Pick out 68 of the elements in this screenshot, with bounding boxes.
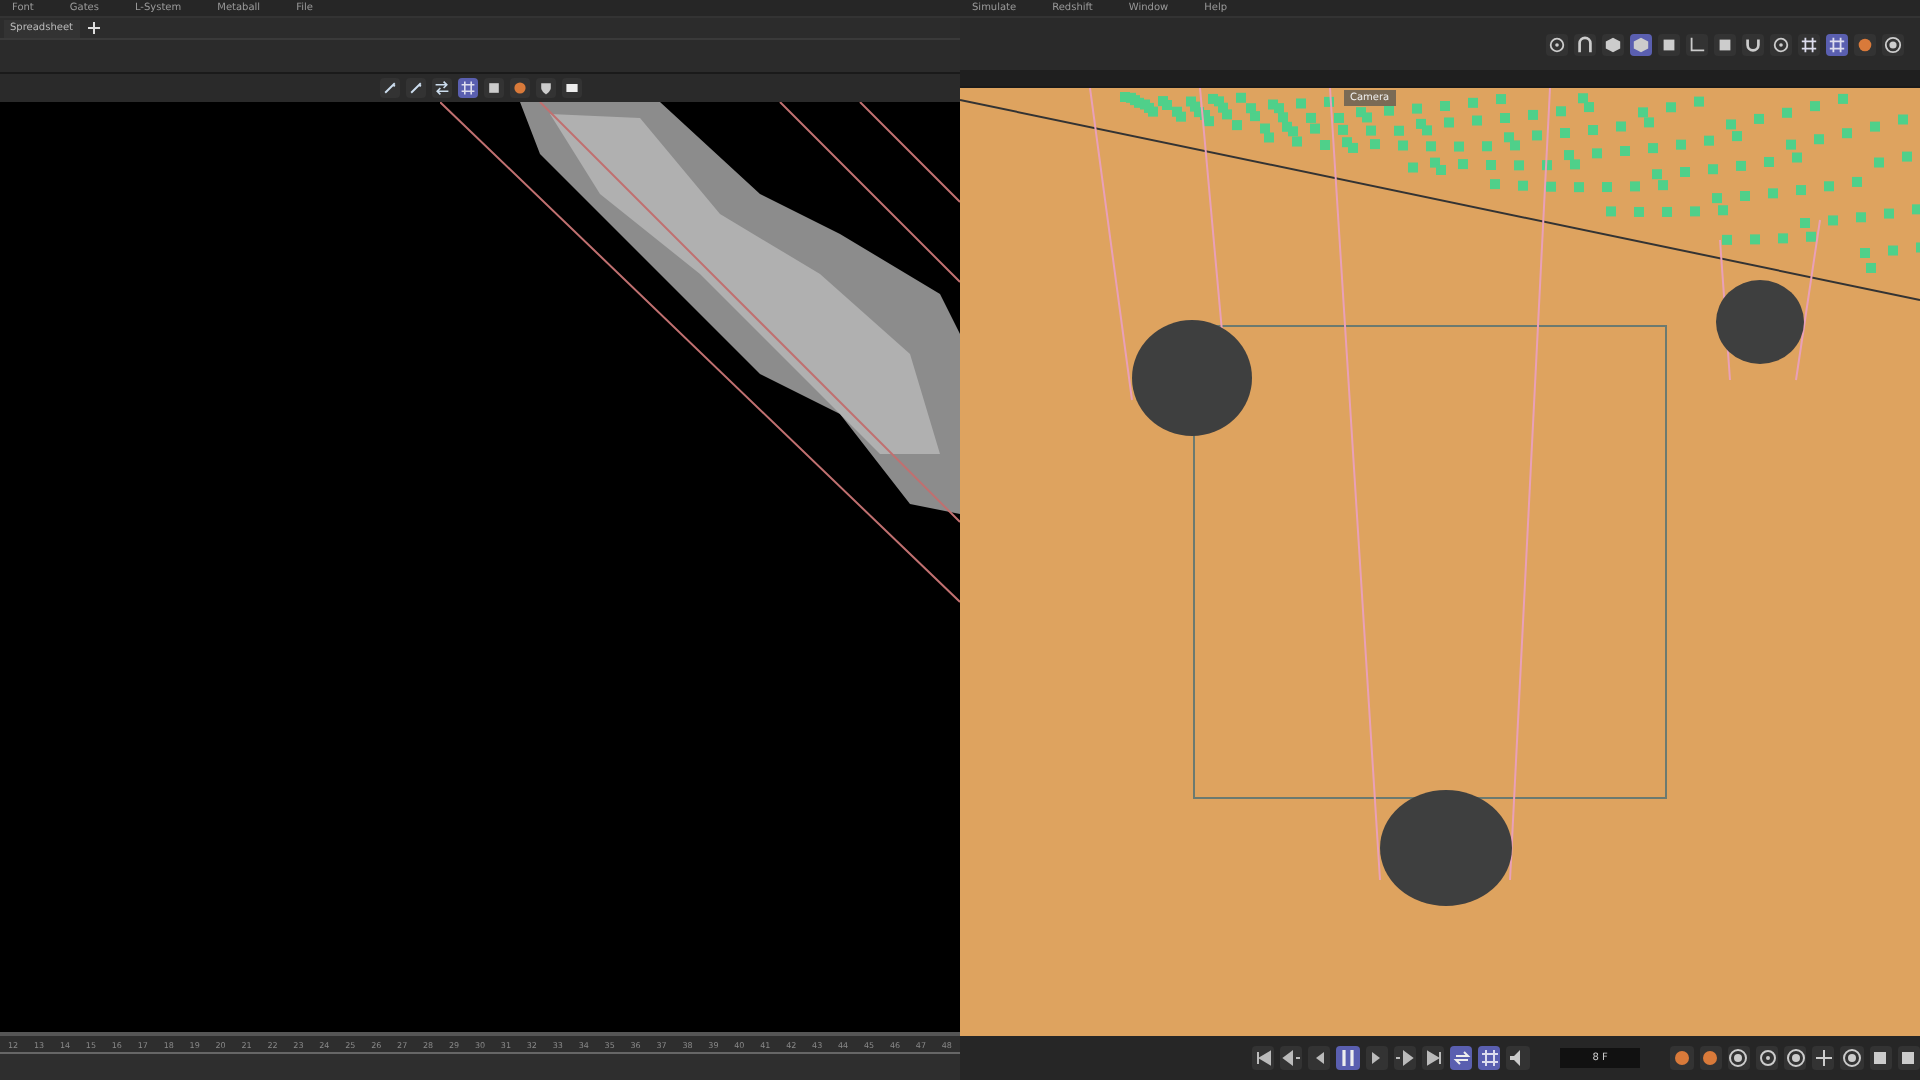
dot-icon: [1548, 35, 1566, 53]
toolbar-button[interactable]: [535, 78, 555, 98]
target-icon: [1785, 1048, 1806, 1068]
grid-icon: [459, 80, 475, 96]
toolbar-button[interactable]: [1714, 33, 1736, 55]
grid-icon: [1800, 35, 1818, 53]
toolbar-button[interactable]: [1869, 1046, 1892, 1070]
toolbar-button[interactable]: [405, 78, 425, 98]
arch-icon: [1576, 35, 1594, 53]
dot-icon: [1757, 1048, 1778, 1068]
move-icon: [1813, 1048, 1834, 1068]
toolbar-button[interactable]: [1478, 1046, 1501, 1070]
toolbar-button[interactable]: [1546, 33, 1568, 55]
next-key-icon: [1394, 1048, 1415, 1068]
pen-icon: [381, 80, 397, 96]
skip-end-icon: [1423, 1048, 1444, 1068]
target-icon: [1728, 1048, 1749, 1068]
arrows-icon: [433, 80, 449, 96]
toolbar-button[interactable]: [457, 78, 477, 98]
target-icon: [1842, 1048, 1862, 1068]
square-icon: [1898, 1048, 1919, 1068]
toolbar-button[interactable]: [1812, 1046, 1835, 1070]
square-icon: [485, 80, 501, 96]
toolbar-button[interactable]: [379, 78, 399, 98]
toolbar-button[interactable]: [1798, 33, 1820, 55]
toolbar-button[interactable]: [1280, 1046, 1303, 1070]
loop-icon: [1451, 1048, 1472, 1068]
corner-icon: [1688, 35, 1706, 53]
previous-key-icon: [1281, 1048, 1302, 1068]
toolbar-button[interactable]: [1727, 1046, 1750, 1070]
toolbar-button[interactable]: [1897, 1046, 1920, 1070]
record-icon: [1700, 1048, 1721, 1068]
toolbar-button[interactable]: [1336, 1046, 1360, 1070]
toolbar-button[interactable]: [1755, 1046, 1779, 1070]
dot-icon: [1772, 35, 1790, 53]
grid-icon: [1479, 1048, 1500, 1068]
toolbar-button[interactable]: [1630, 33, 1652, 55]
toolbar-button[interactable]: [431, 78, 451, 98]
shield-icon: [537, 80, 553, 96]
toolbar-button[interactable]: [1770, 33, 1792, 55]
pause-icon: [1338, 1048, 1359, 1068]
toolbar-button[interactable]: [1252, 1046, 1275, 1070]
square-icon: [1660, 35, 1678, 53]
square-icon: [1716, 35, 1734, 53]
toolbar-button[interactable]: [1882, 33, 1904, 55]
record-icon: [511, 80, 527, 96]
pen-icon: [407, 80, 423, 96]
toolbar-button[interactable]: [1365, 1046, 1388, 1070]
target-icon: [1884, 35, 1902, 53]
record-icon: [1856, 35, 1874, 53]
toolbar-button[interactable]: [1574, 33, 1596, 55]
skip-start-icon: [1253, 1048, 1274, 1068]
toolbar-button[interactable]: [1686, 33, 1708, 55]
toolbar-button[interactable]: [1602, 33, 1624, 55]
toolbar-button[interactable]: [1840, 1046, 1864, 1070]
square-icon: [1870, 1048, 1891, 1068]
add-tab-icon[interactable]: [87, 22, 99, 34]
toolbar-button[interactable]: [1506, 1046, 1530, 1070]
toolbar-button[interactable]: [1421, 1046, 1445, 1070]
toolbar-button[interactable]: [1308, 1046, 1331, 1070]
toolbar-button[interactable]: [1784, 1046, 1807, 1070]
toolbar-button[interactable]: [1658, 33, 1680, 55]
toolbar-button[interactable]: [1826, 33, 1848, 55]
grid-icon: [1828, 35, 1846, 53]
toolbar-button[interactable]: [483, 78, 503, 98]
record-icon: [1672, 1048, 1693, 1068]
toolbar-button[interactable]: [1393, 1046, 1416, 1070]
toolbar-button[interactable]: [1450, 1046, 1473, 1070]
